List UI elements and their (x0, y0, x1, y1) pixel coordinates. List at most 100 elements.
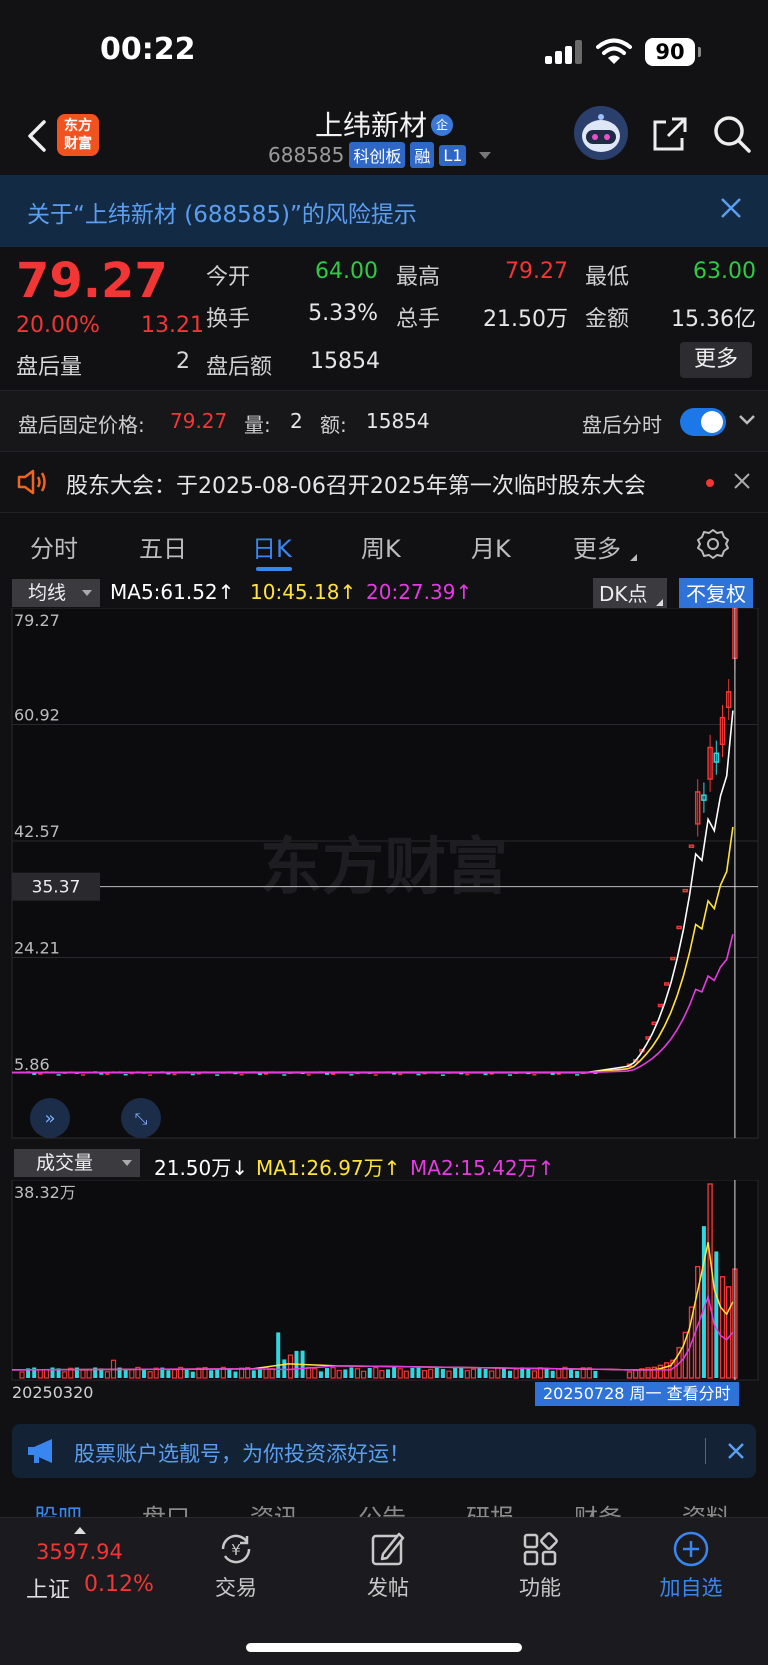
candle (550, 1073, 555, 1075)
tab-intraday[interactable]: 分时 (30, 529, 78, 564)
low-value: 63.00 (693, 259, 756, 284)
index-name[interactable]: 上证 (26, 1572, 70, 1604)
index-value[interactable]: 3597.94 (36, 1540, 123, 1564)
ma10-value: 10:45.18↑ (250, 580, 357, 604)
y-tick-label: 24.21 (14, 939, 60, 958)
candle (575, 1074, 580, 1076)
close-icon[interactable] (733, 472, 751, 490)
yuan-exchange-icon: ¥ (221, 1534, 251, 1564)
nav-functions[interactable]: 功能 (485, 1530, 595, 1602)
promo-banner[interactable]: 股票账户选靓号，为你投资添好运！ (12, 1424, 756, 1478)
after-hours-amount-label: 盘后额 (206, 355, 273, 380)
watermark: 东方财富 (260, 830, 508, 903)
candle (465, 1073, 470, 1076)
tab-monthly-k[interactable]: 月K (471, 529, 511, 564)
total-volume-label: 总手 (396, 307, 441, 332)
candle (398, 1073, 403, 1076)
turnover-value: 5.33% (308, 301, 378, 326)
gear-icon[interactable] (697, 528, 729, 560)
turnover-label: 换手 (206, 307, 251, 332)
candle (32, 1073, 37, 1075)
total-volume-value: 21.50万 (483, 307, 568, 332)
candle (215, 1074, 220, 1076)
double-chevron-icon: » (44, 1108, 55, 1129)
y-tick-label: 60.92 (14, 705, 60, 724)
volume-bar (508, 1370, 512, 1378)
close-icon[interactable] (720, 197, 742, 219)
volume-chart[interactable]: 38.32万 (0, 1180, 768, 1384)
candle (257, 1073, 262, 1076)
volume-indicator-row: 成交量 21.50万↓ MA1:26.97万↑ MA2:15.42万↑ (0, 1146, 768, 1180)
announcement-bar[interactable]: 股东大会：于2025-08-06召开2025年第一次临时股东大会 (0, 452, 768, 512)
promo-divider (705, 1438, 706, 1464)
volume-bar (440, 1368, 445, 1378)
volume-select[interactable]: 成交量 (14, 1149, 140, 1177)
amount-label: 金额 (585, 307, 630, 332)
tag-margin: 融 (410, 142, 435, 168)
index-change-percent[interactable]: 0.12% (84, 1572, 154, 1597)
more-button[interactable]: 更多 (680, 342, 752, 378)
nav-add-watchlist[interactable]: 加自选 (636, 1530, 746, 1602)
tab-more[interactable]: 更多 (573, 529, 637, 564)
candle (105, 1073, 110, 1076)
volume-bar (318, 1371, 323, 1378)
volume-max-label: 38.32万 (14, 1183, 76, 1202)
after-hours-volume-label: 盘后量 (16, 355, 83, 380)
chevron-down-icon[interactable] (738, 413, 756, 427)
assistant-robot-icon[interactable] (574, 106, 628, 160)
volume-bar (386, 1369, 390, 1378)
candle (148, 1074, 153, 1076)
candlestick-chart[interactable]: 79.27 60.92 42.57 24.21 5.86 东方财富 35.37 » ⤡ (0, 608, 768, 1144)
low-label: 最低 (585, 265, 630, 290)
volume-bar (501, 1367, 506, 1378)
promo-text[interactable]: 股票账户选靓号，为你投资添好运！ (74, 1438, 410, 1468)
candle (532, 1074, 537, 1076)
volume-bar (190, 1371, 195, 1378)
risk-warning-banner[interactable]: 关于“上纬新材 (688585)”的风险提示 (0, 175, 768, 247)
candle (38, 1073, 43, 1075)
volume-bar (410, 1367, 415, 1378)
y-tick-label: 5.86 (14, 1055, 50, 1074)
nav-post[interactable]: 发帖 (333, 1530, 443, 1602)
close-icon[interactable] (727, 1442, 745, 1460)
indicator-select[interactable]: 均线 (12, 579, 100, 607)
high-value: 79.27 (505, 259, 568, 284)
share-icon[interactable] (652, 116, 688, 152)
no-adjust-button[interactable]: 不复权 (679, 578, 753, 610)
candle (264, 1073, 268, 1075)
volume-bar (257, 1369, 262, 1378)
tab-five-day[interactable]: 五日 (139, 529, 187, 564)
volume-bar (227, 1368, 232, 1378)
volume-bar (215, 1369, 220, 1378)
candle (306, 1074, 311, 1076)
amount-value: 15.36亿 (671, 307, 756, 332)
after-hours-volume-value: 2 (176, 349, 190, 374)
chart-end-date-button[interactable]: 20250728 周一 查看分时 (535, 1382, 739, 1406)
volume-frame (11, 1180, 759, 1381)
tag-star-market: 科创板 (349, 142, 406, 168)
announcement-text[interactable]: 股东大会：于2025-08-06召开2025年第一次临时股东大会 (66, 468, 646, 500)
enterprise-badge: 企 (431, 114, 453, 136)
risk-warning-text[interactable]: 关于“上纬新材 (688585)”的风险提示 (27, 195, 417, 229)
search-icon[interactable] (712, 114, 752, 154)
tab-weekly-k[interactable]: 周K (361, 529, 401, 564)
volume-value: 21.50万↓ (154, 1156, 249, 1180)
fixed-amount-value: 15854 (366, 409, 430, 433)
candle (325, 1073, 329, 1075)
corner-triangle-icon (623, 554, 637, 561)
nav-trade[interactable]: ¥ 交易 (181, 1530, 291, 1602)
volume-bar (209, 1370, 214, 1378)
tab-daily-k[interactable]: 日K (252, 529, 292, 564)
after-hours-chart-toggle[interactable] (680, 408, 726, 436)
volume-bar (416, 1367, 421, 1378)
up-triangle-icon (74, 1527, 86, 1534)
candle (483, 1073, 488, 1076)
volume-bar (434, 1367, 439, 1378)
dk-point-button[interactable]: DK点 (593, 578, 667, 610)
volume-bar (459, 1367, 464, 1378)
stock-code-line[interactable]: 688585 科创板 融 L1 (268, 142, 492, 168)
chart-start-date: 20250320 (12, 1383, 94, 1402)
fixed-volume-value: 2 (290, 409, 303, 433)
crosshair-label: 35.37 (32, 878, 81, 898)
wifi-icon (596, 38, 632, 64)
